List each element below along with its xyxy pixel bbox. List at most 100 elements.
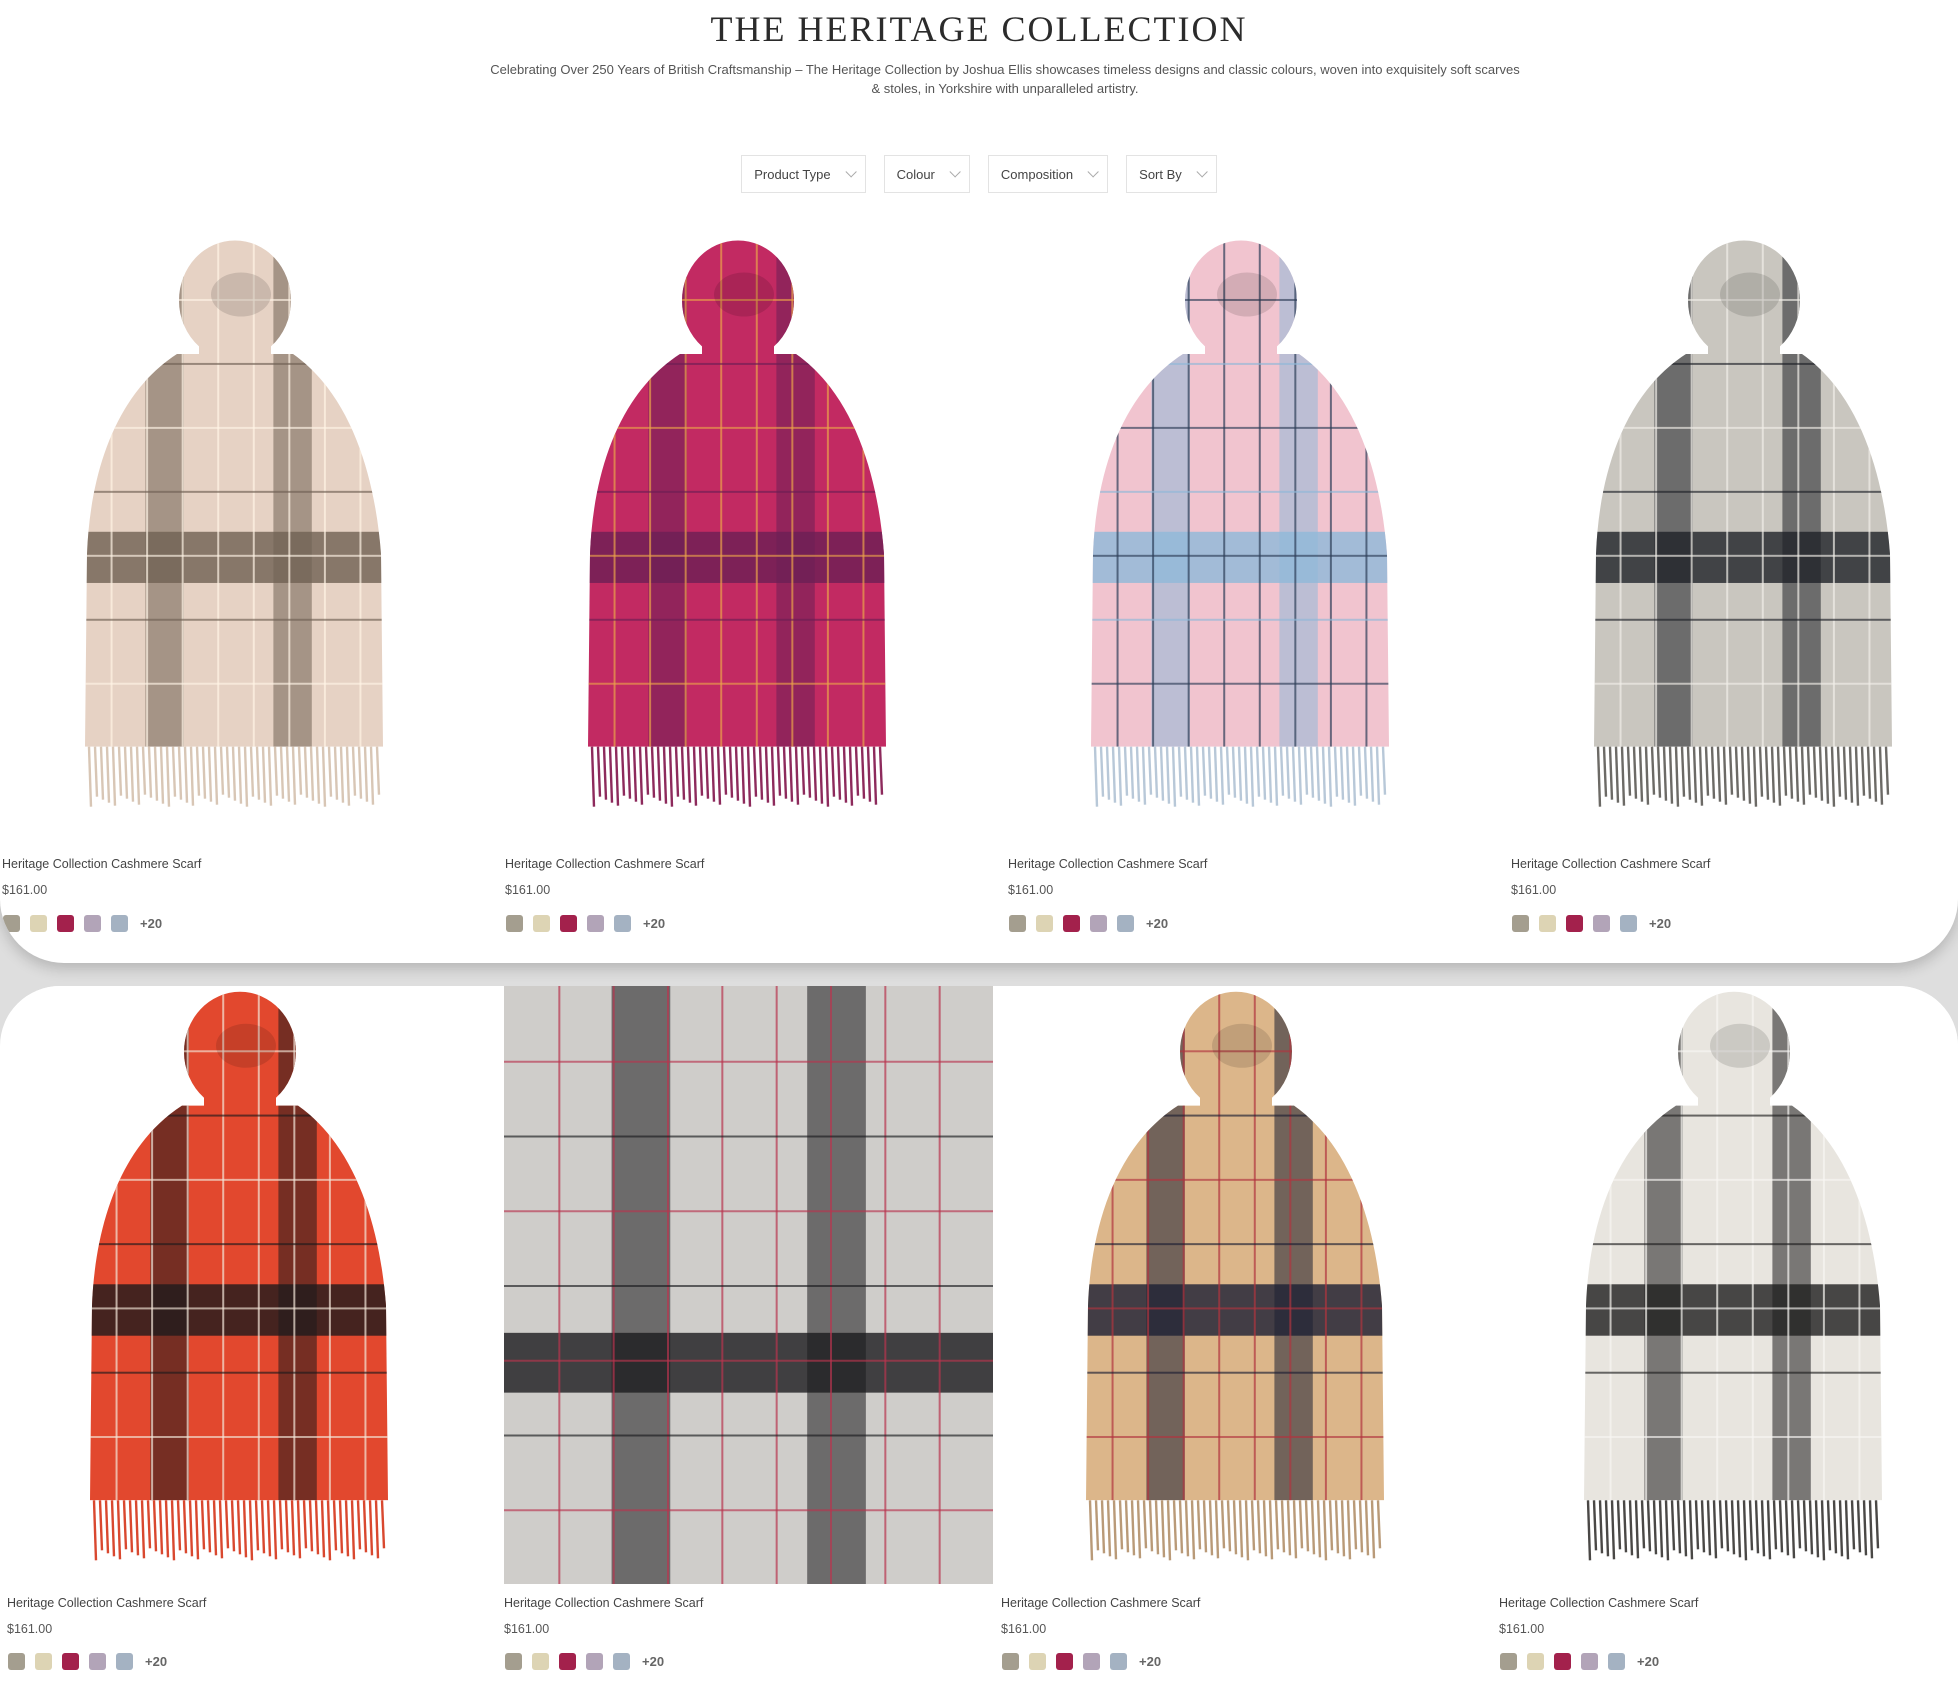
colour-swatch[interactable]: [1009, 915, 1026, 932]
sort-by-label: Sort By: [1139, 166, 1182, 182]
colour-swatch[interactable]: [1036, 915, 1053, 932]
product-name[interactable]: Heritage Collection Cashmere Scarf: [1511, 857, 1710, 871]
colour-swatch[interactable]: [505, 1653, 522, 1670]
product-image-closeup[interactable]: [504, 986, 993, 1584]
colour-swatch[interactable]: [1512, 915, 1529, 932]
product-price: $161.00: [505, 883, 551, 897]
colour-swatch[interactable]: [57, 915, 74, 932]
colour-swatches: +20: [3, 915, 162, 932]
more-colours-link[interactable]: +20: [1146, 916, 1168, 931]
product-name[interactable]: Heritage Collection Cashmere Scarf: [505, 857, 704, 871]
colour-swatch[interactable]: [1593, 915, 1610, 932]
product-image[interactable]: [1006, 235, 1476, 830]
colour-swatch[interactable]: [1554, 1653, 1571, 1670]
colour-swatch[interactable]: [111, 915, 128, 932]
colour-swatch[interactable]: [1029, 1653, 1046, 1670]
colour-swatch[interactable]: [1539, 915, 1556, 932]
scarf-image: [1091, 240, 1389, 807]
colour-swatches: +20: [1009, 915, 1168, 932]
scarf-image: [588, 240, 886, 807]
product-image[interactable]: [0, 235, 470, 830]
filter-colour[interactable]: Colour: [883, 155, 970, 193]
colour-swatch[interactable]: [1090, 915, 1107, 932]
product-name[interactable]: Heritage Collection Cashmere Scarf: [504, 1596, 703, 1610]
colour-swatch[interactable]: [1110, 1653, 1127, 1670]
colour-swatch[interactable]: [116, 1653, 133, 1670]
product-name[interactable]: Heritage Collection Cashmere Scarf: [1008, 857, 1207, 871]
colour-swatch[interactable]: [1500, 1653, 1517, 1670]
page-title: THE HERITAGE COLLECTION: [710, 9, 1248, 49]
colour-swatch[interactable]: [506, 915, 523, 932]
colour-swatches: +20: [1500, 1653, 1659, 1670]
product-listing-top: THE HERITAGE COLLECTION Celebrating Over…: [0, 0, 1958, 963]
colour-swatch[interactable]: [1566, 915, 1583, 932]
colour-swatch[interactable]: [613, 1653, 630, 1670]
product-price: $161.00: [2, 883, 48, 897]
colour-swatch[interactable]: [1063, 915, 1080, 932]
filter-product-type[interactable]: Product Type: [741, 155, 866, 193]
filter-product-type-label: Product Type: [754, 166, 831, 182]
sort-by-dropdown[interactable]: Sort By: [1126, 155, 1217, 193]
colour-swatch[interactable]: [533, 915, 550, 932]
product-image[interactable]: [5, 986, 475, 1584]
colour-swatch[interactable]: [30, 915, 47, 932]
product-price: $161.00: [1499, 1622, 1545, 1636]
more-colours-link[interactable]: +20: [1649, 916, 1671, 931]
colour-swatch[interactable]: [89, 1653, 106, 1670]
product-price: $161.00: [1511, 883, 1557, 897]
scarf-image: [504, 986, 993, 1584]
scarf-image: [90, 991, 388, 1561]
colour-swatch[interactable]: [3, 915, 20, 932]
product-image[interactable]: [1499, 986, 1958, 1584]
product-price: $161.00: [504, 1622, 550, 1636]
chevron-down-icon: [1196, 166, 1208, 178]
product-price: $161.00: [1001, 1622, 1047, 1636]
collection-description: Celebrating Over 250 Years of British Cr…: [490, 62, 1520, 96]
colour-swatch[interactable]: [35, 1653, 52, 1670]
colour-swatches: +20: [1512, 915, 1671, 932]
colour-swatch[interactable]: [1620, 915, 1637, 932]
product-name[interactable]: Heritage Collection Cashmere Scarf: [7, 1596, 206, 1610]
chevron-down-icon: [845, 166, 857, 178]
colour-swatch[interactable]: [614, 915, 631, 932]
product-image[interactable]: [1509, 235, 1958, 830]
colour-swatch[interactable]: [8, 1653, 25, 1670]
more-colours-link[interactable]: +20: [140, 916, 162, 931]
product-image[interactable]: [503, 235, 973, 830]
colour-swatch[interactable]: [559, 1653, 576, 1670]
filter-colour-label: Colour: [896, 166, 935, 182]
more-colours-link[interactable]: +20: [643, 916, 665, 931]
scarf-image: [1086, 991, 1384, 1561]
colour-swatch[interactable]: [62, 1653, 79, 1670]
colour-swatch[interactable]: [84, 915, 101, 932]
product-name[interactable]: Heritage Collection Cashmere Scarf: [1499, 1596, 1698, 1610]
colour-swatch[interactable]: [1083, 1653, 1100, 1670]
colour-swatch[interactable]: [1002, 1653, 1019, 1670]
scarf-image: [85, 240, 383, 807]
colour-swatch[interactable]: [1056, 1653, 1073, 1670]
colour-swatch[interactable]: [1117, 915, 1134, 932]
product-price: $161.00: [7, 1622, 53, 1636]
colour-swatch[interactable]: [560, 915, 577, 932]
colour-swatch[interactable]: [586, 1653, 603, 1670]
colour-swatches: +20: [8, 1653, 167, 1670]
filter-composition[interactable]: Composition: [987, 155, 1109, 193]
product-name[interactable]: Heritage Collection Cashmere Scarf: [2, 857, 201, 871]
filter-bar: Product Type Colour Composition Sort By: [0, 155, 1958, 193]
product-name[interactable]: Heritage Collection Cashmere Scarf: [1001, 1596, 1200, 1610]
more-colours-link[interactable]: +20: [145, 1654, 167, 1669]
colour-swatch[interactable]: [1608, 1653, 1625, 1670]
product-image[interactable]: [1001, 986, 1471, 1584]
more-colours-link[interactable]: +20: [1139, 1654, 1161, 1669]
chevron-down-icon: [949, 166, 961, 178]
colour-swatch[interactable]: [1581, 1653, 1598, 1670]
product-listing-bottom: Heritage Collection Cashmere Scarf $161.…: [0, 986, 1958, 1692]
more-colours-link[interactable]: +20: [1637, 1654, 1659, 1669]
colour-swatches: +20: [505, 1653, 664, 1670]
colour-swatch[interactable]: [587, 915, 604, 932]
more-colours-link[interactable]: +20: [642, 1654, 664, 1669]
colour-swatches: +20: [506, 915, 665, 932]
chevron-down-icon: [1087, 166, 1099, 178]
colour-swatch[interactable]: [1527, 1653, 1544, 1670]
colour-swatch[interactable]: [532, 1653, 549, 1670]
